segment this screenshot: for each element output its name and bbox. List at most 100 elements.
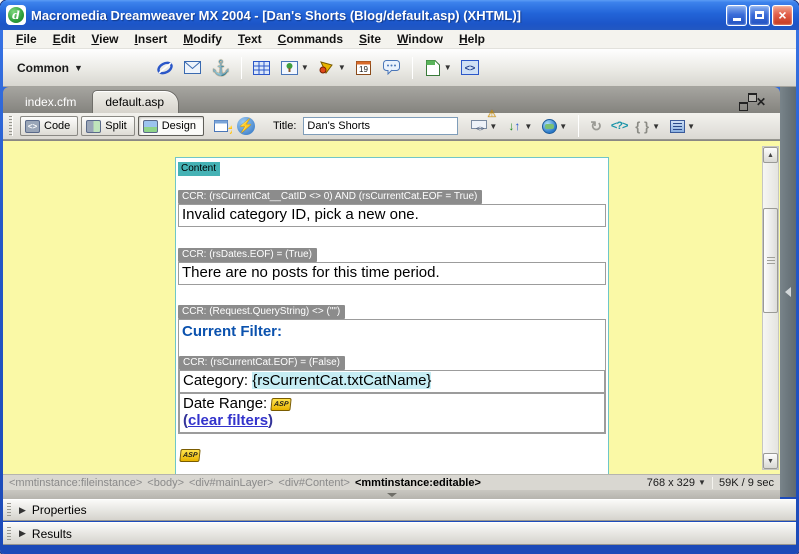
scrollbar-track[interactable]	[763, 313, 778, 453]
tab-default-asp[interactable]: default.asp	[92, 90, 179, 113]
tag-div-mainlayer[interactable]: <div#mainLayer>	[189, 477, 273, 489]
expand-triangle-icon[interactable]: ▶	[19, 505, 26, 516]
clear-filters-link[interactable]: clear filters	[188, 412, 268, 429]
dreamweaver-logo: d	[8, 7, 24, 23]
editable-region-label[interactable]: Content	[178, 162, 220, 176]
document-panel-splitter[interactable]	[3, 490, 780, 499]
view-options-icon[interactable]	[667, 116, 687, 136]
split-view-button[interactable]: Split	[81, 116, 134, 136]
design-view-button[interactable]: Design	[138, 116, 204, 136]
document-close-icon[interactable]: ✕	[756, 96, 766, 108]
design-view[interactable]: Content CCR: (rsCurrentCat__CatID <> 0) …	[3, 140, 780, 474]
insert-category-dropdown[interactable]: Common ▼	[17, 61, 83, 75]
clear-filters-line: (clear filters)	[183, 412, 601, 429]
check-browser-dropdown-icon[interactable]: ▼	[489, 122, 497, 131]
current-filter-heading[interactable]: Current Filter:	[179, 320, 605, 342]
menu-text[interactable]: Text	[231, 31, 269, 47]
ccr-label[interactable]: CCR: (rsDates.EOF) = (True)	[178, 248, 317, 262]
braces-dropdown-icon[interactable]: ▼	[652, 122, 660, 131]
results-panel-header[interactable]: ▶ Results	[3, 522, 796, 545]
hyperlink-icon[interactable]	[151, 56, 179, 80]
templates-dropdown-arrow-icon[interactable]: ▼	[444, 63, 452, 72]
text-block[interactable]: Invalid category ID, pick a new one.	[178, 204, 606, 227]
toolbar-separator	[241, 57, 242, 79]
view-options-dropdown-icon[interactable]: ▼	[687, 122, 695, 131]
menu-view[interactable]: View	[84, 31, 125, 47]
window-size-dropdown-icon: ▼	[698, 478, 706, 487]
editable-region-content[interactable]: Content CCR: (rsCurrentCat__CatID <> 0) …	[175, 157, 609, 474]
date-range-line[interactable]: Date Range: ASP	[183, 395, 601, 412]
expand-triangle-icon[interactable]: ▶	[19, 528, 26, 539]
properties-panel-header[interactable]: ▶ Properties	[3, 499, 796, 521]
text-block[interactable]: There are no posts for this time period.	[178, 262, 606, 285]
menu-modify[interactable]: Modify	[176, 31, 229, 47]
panel-gripper[interactable]	[7, 503, 11, 517]
preview-dropdown-icon[interactable]: ▼	[559, 122, 567, 131]
menu-window[interactable]: Window	[390, 31, 450, 47]
toolbar-gripper[interactable]	[9, 116, 13, 136]
braces-icon[interactable]: { }	[632, 116, 652, 136]
svg-text:19: 19	[359, 65, 368, 74]
templates-icon[interactable]	[419, 56, 447, 80]
file-management-icon[interactable]: ↓↑	[504, 116, 524, 136]
menu-insert[interactable]: Insert	[128, 31, 175, 47]
image-dropdown-arrow-icon[interactable]: ▼	[301, 63, 309, 72]
email-link-icon[interactable]	[179, 56, 207, 80]
conditional-block-current-filter[interactable]: CCR: (Request.QueryString) <> ("") Curre…	[178, 301, 606, 434]
tag-div-content[interactable]: <div#Content>	[278, 477, 350, 489]
conditional-block-no-posts[interactable]: CCR: (rsDates.EOF) = (True) There are no…	[178, 244, 606, 285]
paren-close: )	[268, 412, 273, 429]
named-anchor-icon[interactable]: ⚓	[207, 56, 235, 80]
maximize-button[interactable]	[749, 5, 770, 26]
media-icon[interactable]	[313, 56, 341, 80]
code-view-icon: <>	[25, 120, 40, 133]
dynamic-token-category[interactable]: {rsCurrentCat.txtCatName}	[252, 372, 431, 389]
document-title-input[interactable]	[303, 117, 458, 135]
asp-invisible-element-icon[interactable]: ASP	[271, 398, 293, 411]
menu-edit[interactable]: Edit	[46, 31, 83, 47]
tag-editable[interactable]: <mmtinstance:editable>	[355, 477, 481, 489]
code-navigation-icon[interactable]: <?>	[609, 116, 629, 136]
app-window: d Macromedia Dreamweaver MX 2004 - [Dan'…	[0, 0, 799, 554]
check-browser-errors-icon[interactable]: <> ⚠	[469, 116, 489, 136]
category-line[interactable]: Category: {rsCurrentCat.txtCatName}	[179, 370, 605, 393]
menu-commands[interactable]: Commands	[271, 31, 350, 47]
scroll-up-icon[interactable]: ▲	[763, 147, 778, 163]
close-button[interactable]: ×	[772, 5, 793, 26]
panel-dock-collapse-bar[interactable]	[780, 87, 796, 497]
tag-body[interactable]: <body>	[147, 477, 184, 489]
panel-gripper[interactable]	[7, 527, 11, 541]
menu-site[interactable]: Site	[352, 31, 388, 47]
tag-fileinstance[interactable]: <mmtinstance:fileinstance>	[9, 477, 142, 489]
tag-chooser-icon[interactable]: <>	[456, 56, 484, 80]
split-view-icon	[86, 120, 101, 133]
ccr-label[interactable]: CCR: (Request.QueryString) <> ("")	[178, 305, 345, 319]
asp-marker-line[interactable]: ASP	[178, 447, 606, 465]
ccr-label[interactable]: CCR: (rsCurrentCat__CatID <> 0) AND (rsC…	[178, 190, 482, 204]
server-debug-icon[interactable]: ⚡	[213, 116, 233, 136]
insert-toolbar: Common ▼ ⚓ ▼ ▼ 19 ▼	[3, 49, 796, 87]
file-size-download-time: 59K / 9 sec	[719, 477, 774, 489]
menu-help[interactable]: Help	[452, 31, 492, 47]
date-icon[interactable]: 19	[350, 56, 378, 80]
code-view-button[interactable]: <> Code	[20, 116, 78, 136]
refresh-design-view-icon[interactable]: ↻	[586, 116, 606, 136]
preview-in-browser-icon[interactable]	[539, 116, 559, 136]
tab-index-cfm[interactable]: index.cfm	[13, 91, 90, 113]
media-dropdown-arrow-icon[interactable]: ▼	[338, 63, 346, 72]
date-range-box[interactable]: Date Range: ASP (clear filters)	[179, 393, 605, 433]
ccr-label[interactable]: CCR: (rsCurrentCat.EOF) = (False)	[179, 356, 345, 370]
insert-table-icon[interactable]	[248, 56, 276, 80]
live-data-view-icon[interactable]: ⚡	[236, 116, 256, 136]
scrollbar-thumb[interactable]	[763, 208, 778, 313]
vertical-scrollbar[interactable]: ▲ ▼	[762, 146, 779, 470]
insert-image-icon[interactable]	[276, 56, 304, 80]
comment-icon[interactable]	[378, 56, 406, 80]
file-management-dropdown-icon[interactable]: ▼	[524, 122, 532, 131]
scroll-down-icon[interactable]: ▼	[763, 453, 778, 469]
minimize-button[interactable]	[726, 5, 747, 26]
menu-file[interactable]: File	[9, 31, 44, 47]
window-size-selector[interactable]: 768 x 329 ▼	[647, 477, 706, 489]
conditional-block-invalid-category[interactable]: CCR: (rsCurrentCat__CatID <> 0) AND (rsC…	[178, 186, 606, 227]
asp-invisible-element-icon[interactable]: ASP	[179, 449, 201, 462]
